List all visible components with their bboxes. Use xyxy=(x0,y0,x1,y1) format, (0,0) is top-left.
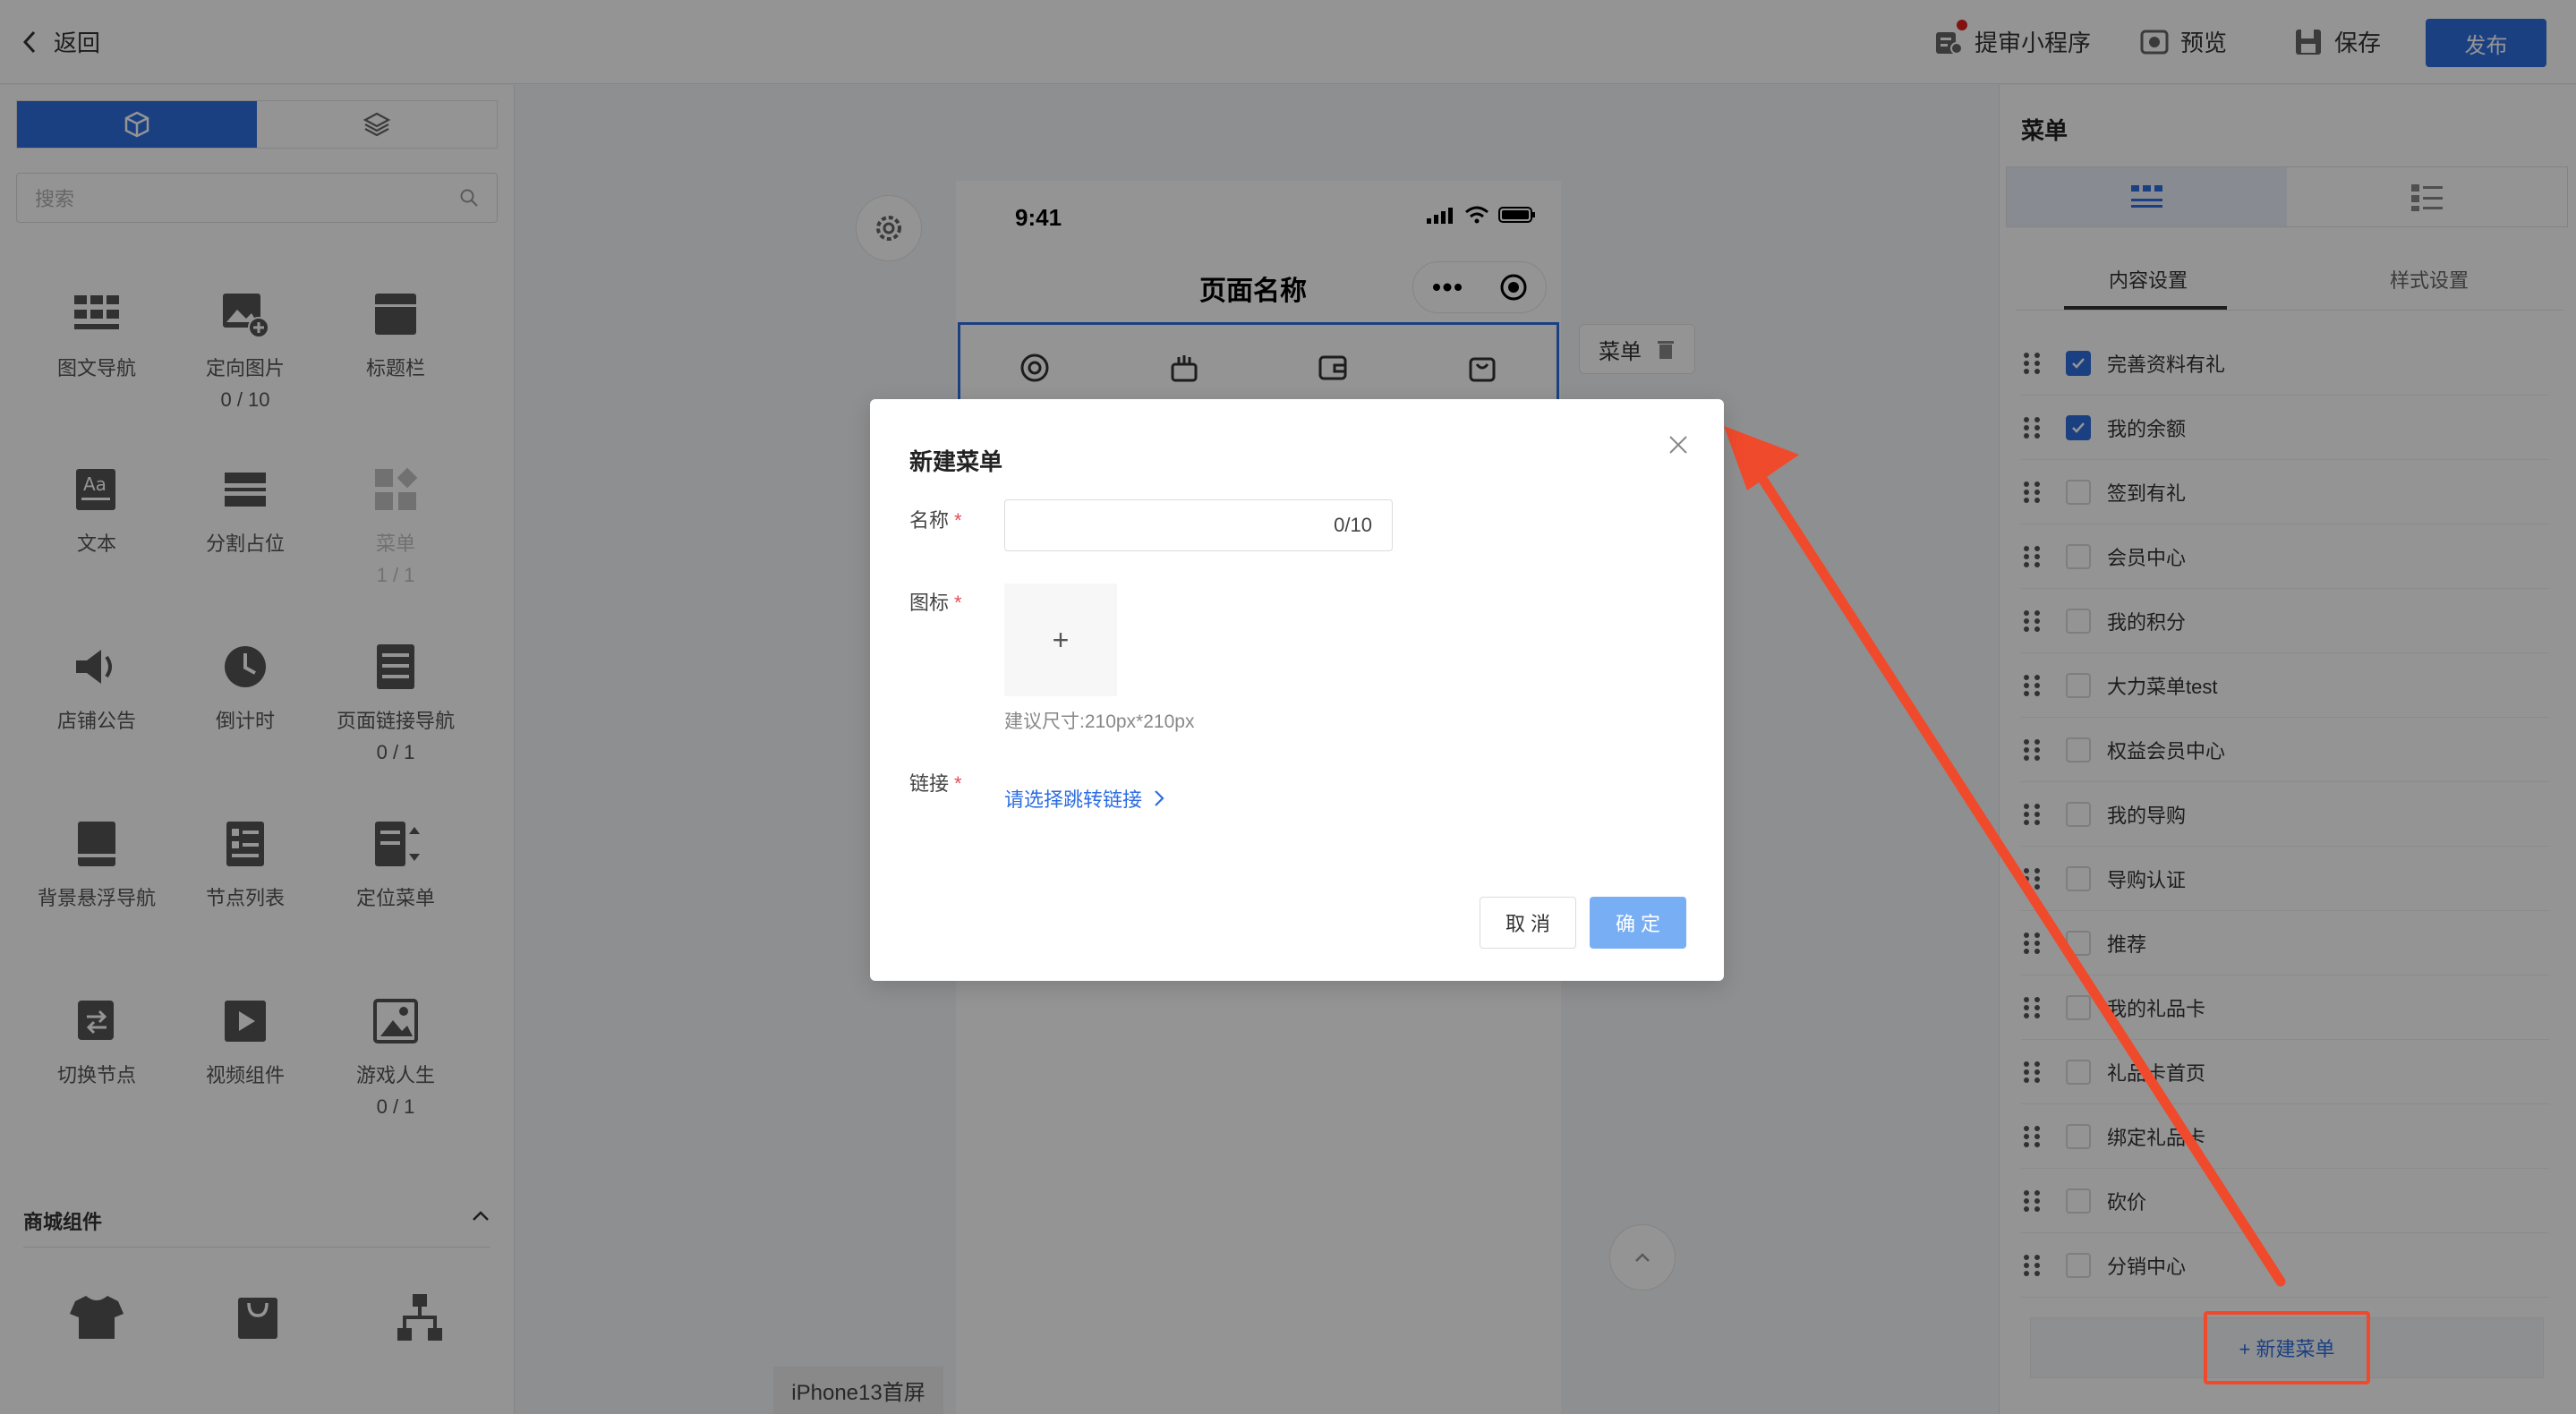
chevron-right-icon xyxy=(1155,790,1164,806)
confirm-button[interactable]: 确 定 xyxy=(1590,897,1686,949)
close-icon[interactable] xyxy=(1665,431,1692,458)
cancel-button[interactable]: 取 消 xyxy=(1480,897,1576,949)
required-mark: * xyxy=(954,772,962,795)
name-field-label: 名称 * xyxy=(909,505,962,533)
icon-upload-button[interactable]: + xyxy=(1004,583,1117,696)
menu-name-input[interactable]: 0/10 xyxy=(1004,499,1393,551)
plus-icon: + xyxy=(1052,623,1070,656)
annotation-highlight-box xyxy=(2204,1311,2370,1384)
icon-field-label: 图标 * xyxy=(909,587,962,616)
select-link-button[interactable]: 请选择跳转链接 xyxy=(1004,784,1165,813)
select-link-label: 请选择跳转链接 xyxy=(1004,788,1143,811)
dialog-title: 新建菜单 xyxy=(909,448,1003,475)
required-mark: * xyxy=(954,592,962,614)
icon-size-hint: 建议尺寸:210px*210px xyxy=(1004,711,1195,732)
link-label-text: 链接 xyxy=(909,772,950,795)
name-label-text: 名称 xyxy=(909,509,950,532)
icon-label-text: 图标 xyxy=(909,592,950,614)
link-field-label: 链接 * xyxy=(909,768,962,796)
name-char-count: 0/10 xyxy=(1334,514,1372,536)
required-mark: * xyxy=(954,509,962,532)
new-menu-dialog xyxy=(870,399,1724,981)
